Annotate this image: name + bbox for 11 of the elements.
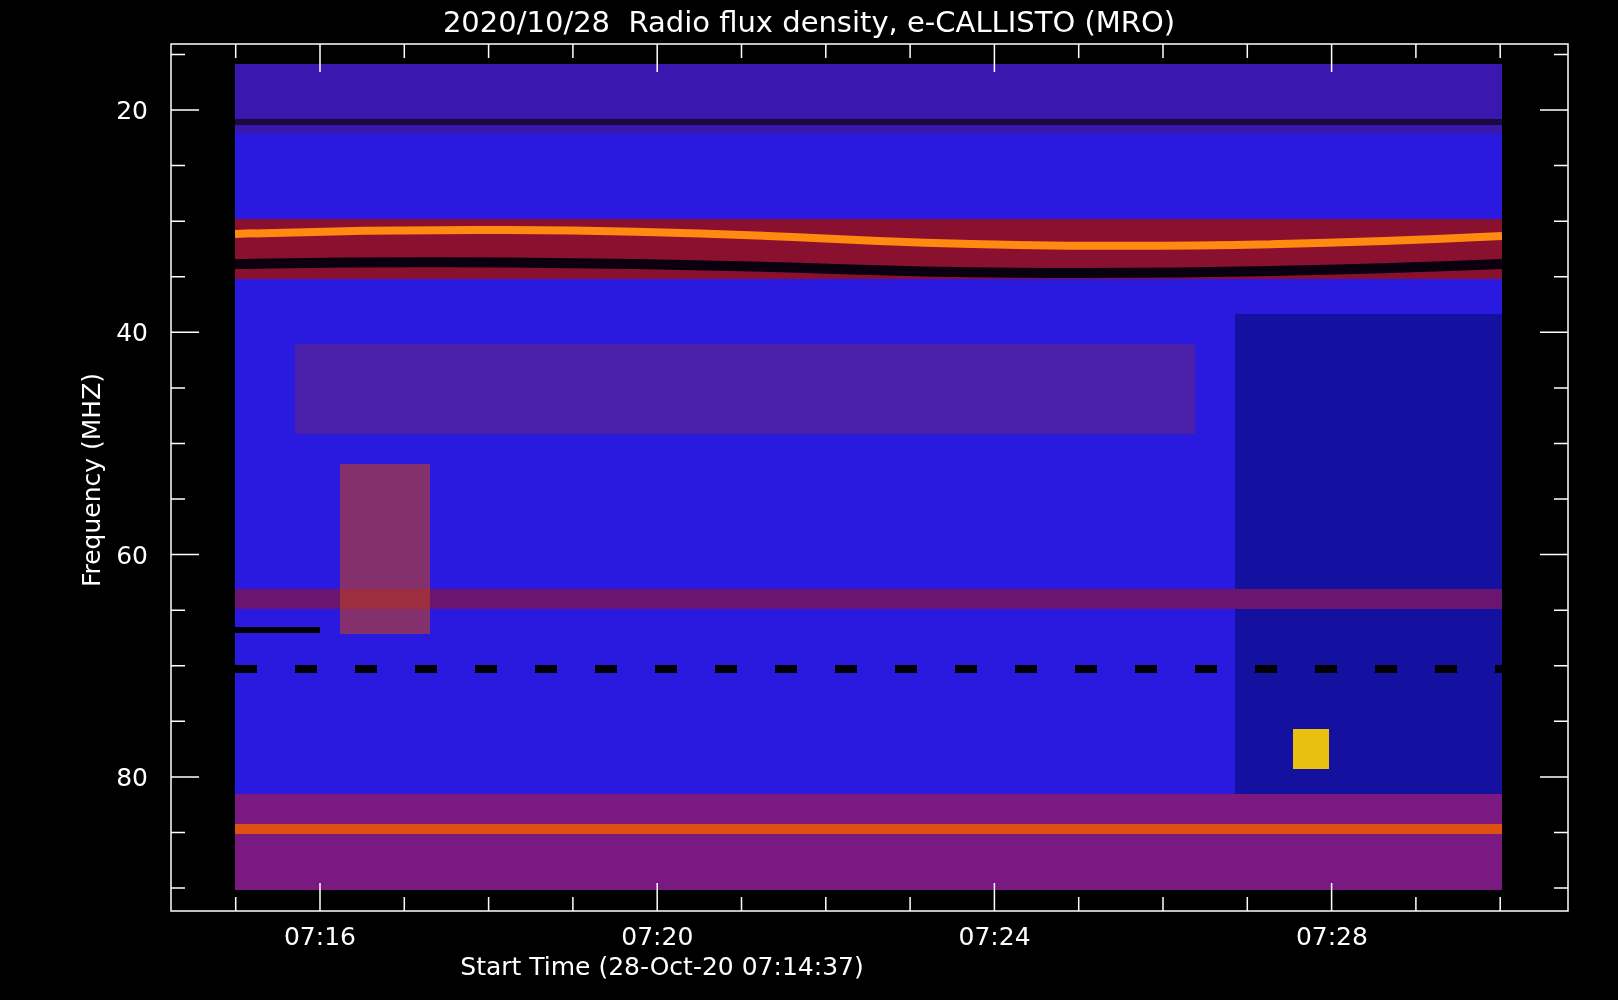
- y-tick-label: 40: [116, 318, 148, 348]
- y-axis-label: Frequency (MHZ): [77, 372, 106, 588]
- x-tick-label: 07:20: [621, 922, 694, 951]
- x-tick-label: 07:28: [1295, 922, 1368, 951]
- y-tick-label: 20: [116, 96, 148, 125]
- x-tick-label: 07:16: [284, 922, 356, 951]
- chart-title: 2020/10/28 Radio flux density, e-CALLISTO (MRO): [442, 5, 1176, 39]
- y-tick-label: 60: [116, 540, 148, 570]
- y-tick-label: 80: [116, 762, 148, 792]
- x-axis-label: Start Time (28-Oct-20 07:14:37): [460, 952, 864, 981]
- x-tick-label: 07:24: [958, 922, 1031, 951]
